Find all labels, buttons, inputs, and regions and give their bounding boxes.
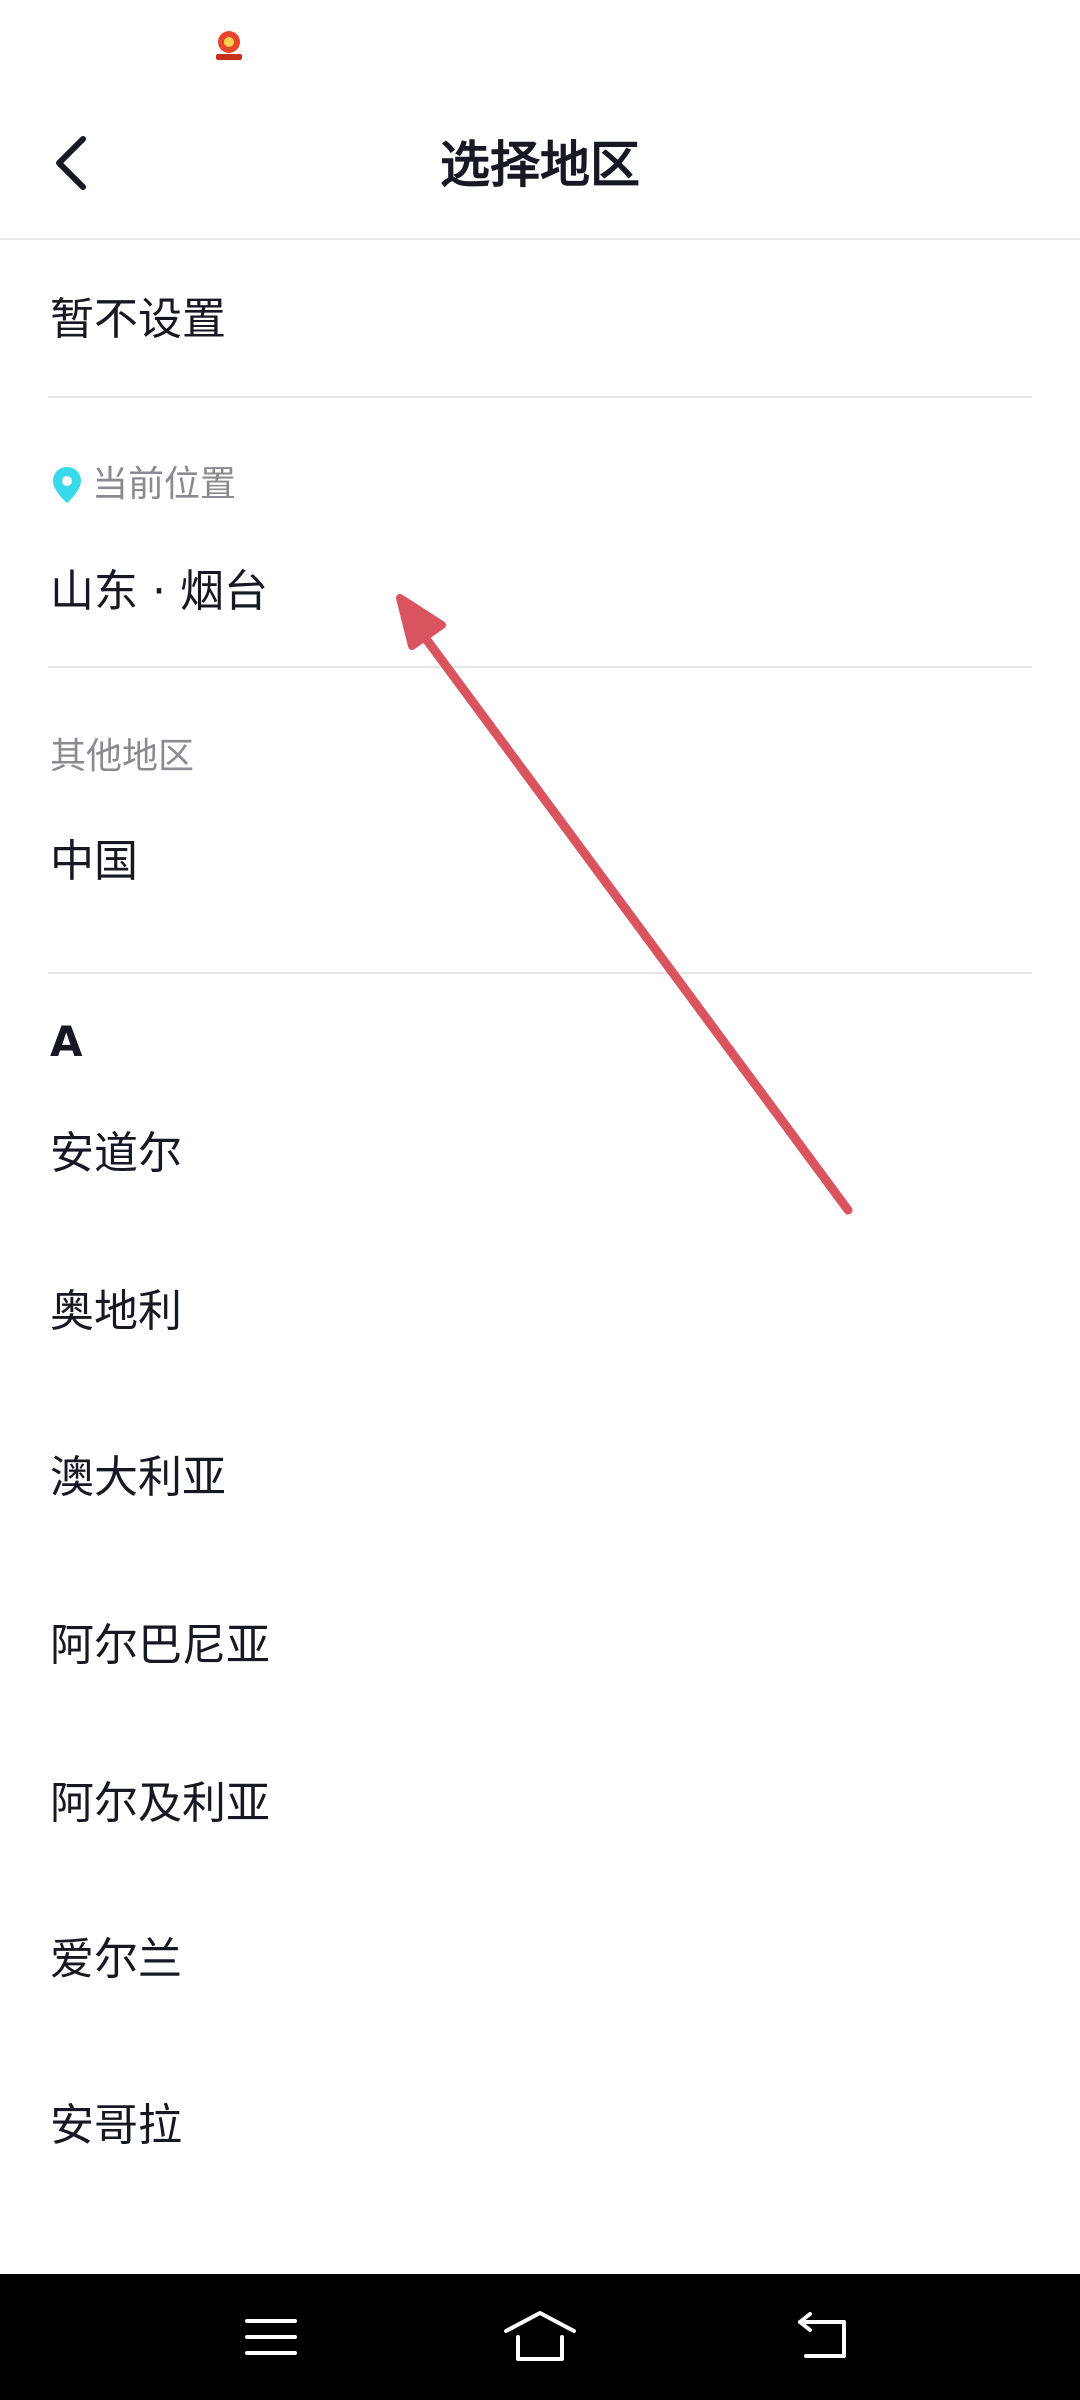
region-item[interactable]: 阿尔及利亚 xyxy=(50,1774,270,1834)
divider xyxy=(48,666,1032,668)
current-location-label-text: 当前位置 xyxy=(92,464,237,505)
back-icon xyxy=(798,2312,846,2358)
menu-button[interactable] xyxy=(221,2302,321,2372)
region-item-china[interactable]: 中国 xyxy=(50,832,138,892)
region-item[interactable]: 奥地利 xyxy=(50,1282,182,1342)
region-item[interactable]: 澳大利亚 xyxy=(50,1448,226,1508)
back-nav-button[interactable] xyxy=(774,2302,874,2372)
region-item[interactable]: 安道尔 xyxy=(50,1124,182,1184)
current-location-label: 当前位置 xyxy=(50,460,236,510)
other-regions-label: 其他地区 xyxy=(50,736,195,777)
page-title: 选择地区 xyxy=(440,136,640,194)
navigation-bar xyxy=(0,2274,1080,2400)
annotation-arrow xyxy=(396,594,853,1215)
no-setting-option[interactable]: 暂不设置 xyxy=(50,290,226,350)
divider xyxy=(48,972,1032,974)
divider xyxy=(48,396,1032,398)
current-location-value[interactable]: 山东 · 烟台 xyxy=(50,562,268,622)
index-letter-a: A xyxy=(50,1017,83,1066)
status-bar xyxy=(0,0,1080,92)
home-icon xyxy=(504,2311,576,2361)
region-item[interactable]: 爱尔兰 xyxy=(50,1930,182,1990)
home-button[interactable] xyxy=(490,2302,590,2372)
region-item[interactable]: 安哥拉 xyxy=(50,2096,182,2156)
location-pin-icon xyxy=(53,467,81,503)
app-notification-icon xyxy=(216,31,242,60)
region-item[interactable]: 阿尔巴尼亚 xyxy=(50,1616,270,1676)
header: 选择地区 xyxy=(0,92,1080,240)
menu-icon xyxy=(245,2319,297,2355)
